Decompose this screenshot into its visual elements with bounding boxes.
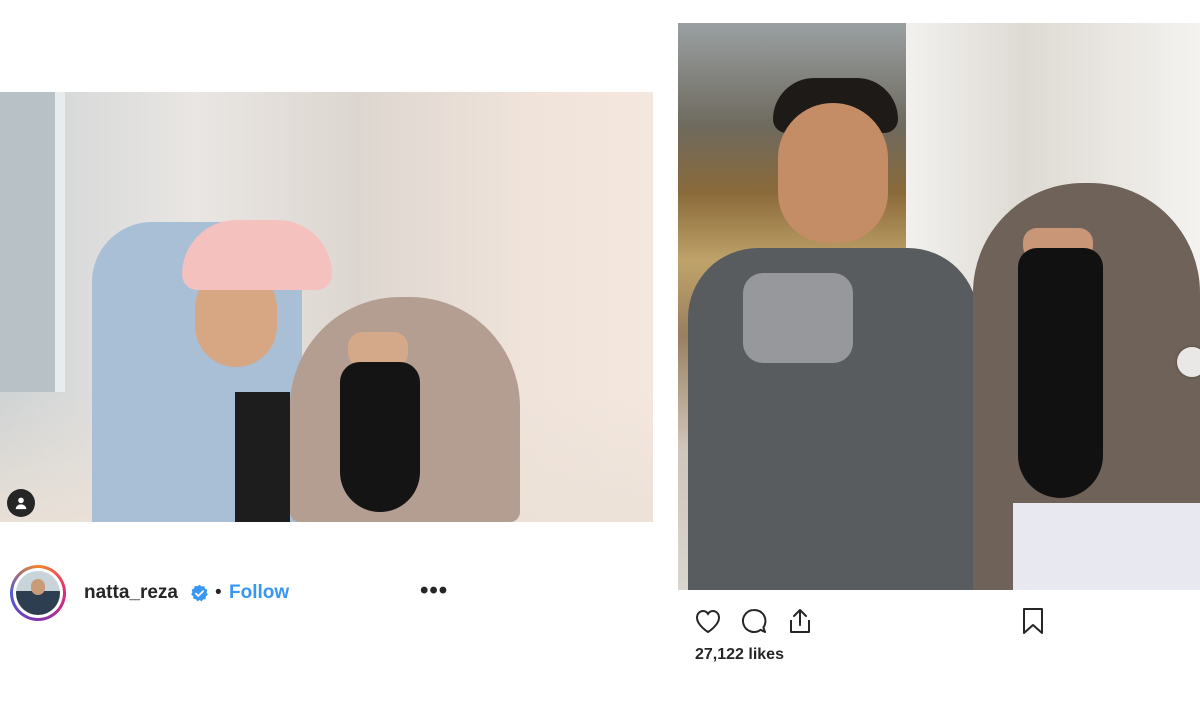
right-post-photo[interactable] [678, 23, 1200, 590]
woman-robe [1013, 503, 1200, 590]
woman-niqab [1018, 248, 1103, 498]
pink-cap [182, 220, 332, 290]
avatar[interactable] [16, 571, 60, 615]
share-icon[interactable] [784, 605, 816, 637]
comment-icon[interactable] [738, 605, 770, 637]
man-face [778, 103, 888, 243]
shirt-embroidery [743, 273, 853, 363]
user-tag-icon[interactable] [7, 489, 35, 517]
post-header: natta_reza • Follow ••• [10, 565, 650, 621]
separator-dot: • [215, 582, 222, 603]
story-ring[interactable] [10, 565, 66, 621]
like-icon[interactable] [692, 605, 724, 637]
left-post-photo[interactable] [0, 92, 653, 522]
more-options-icon[interactable]: ••• [420, 577, 448, 605]
username-link[interactable]: natta_reza [84, 582, 178, 604]
likes-count[interactable]: 27,122 likes [695, 646, 784, 664]
woman-niqab [340, 362, 420, 512]
carousel-next-button[interactable] [1177, 347, 1200, 377]
save-icon[interactable] [1017, 605, 1049, 637]
man-black-shirt [235, 392, 290, 522]
verified-badge-icon [191, 584, 208, 602]
user-silhouette-icon [15, 497, 27, 510]
follow-button[interactable]: Follow [229, 582, 289, 604]
